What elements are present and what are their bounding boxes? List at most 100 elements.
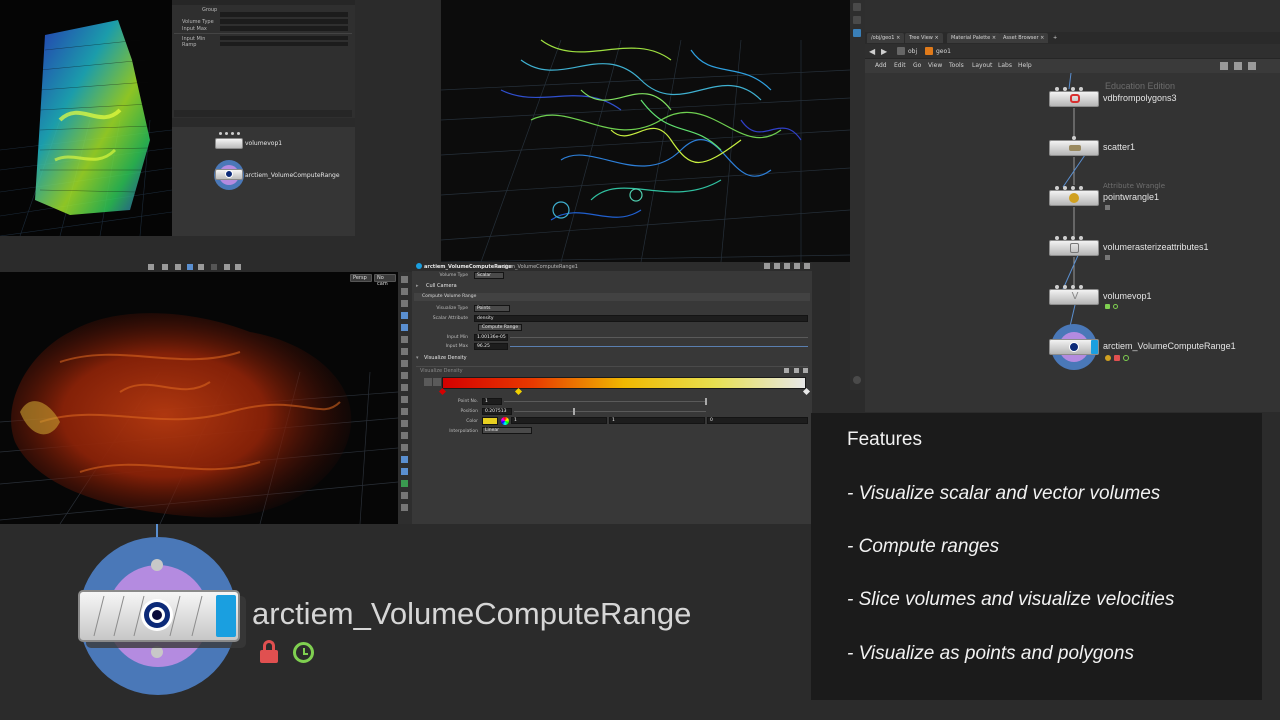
tl-field[interactable]: [220, 12, 348, 17]
list-icon[interactable]: [1234, 62, 1242, 70]
param-node-name[interactable]: arctiem_VolumeComputeRange1: [496, 264, 578, 270]
viewport-streamlines[interactable]: [441, 0, 850, 262]
color-b-field[interactable]: 0: [707, 417, 808, 424]
wire-icon[interactable]: [211, 264, 217, 270]
tab-tree-view[interactable]: Tree View ×: [905, 33, 943, 43]
menu-view[interactable]: View: [928, 59, 942, 73]
path-obj[interactable]: obj: [908, 48, 917, 55]
lock-icon[interactable]: [1105, 255, 1110, 260]
viewport-density[interactable]: Persp No cam: [0, 272, 398, 524]
tool-icon[interactable]: [401, 408, 408, 415]
tab-obj-geo1[interactable]: /obj/geo1 ×: [867, 33, 905, 43]
wrench-icon[interactable]: [1220, 62, 1228, 70]
position-field[interactable]: 0.207513: [482, 408, 512, 415]
scalar-attribute-input[interactable]: density: [474, 315, 808, 322]
expand-arrow-icon[interactable]: ▾: [416, 355, 419, 361]
light-icon[interactable]: [235, 264, 241, 270]
color-g-field[interactable]: 1: [609, 417, 705, 424]
tool-icon[interactable]: [401, 288, 408, 295]
menu-go[interactable]: Go: [913, 59, 921, 73]
collapse-arrow-icon[interactable]: ▸: [416, 283, 419, 289]
ramp-key-white[interactable]: [802, 387, 811, 396]
ramp-add-icon[interactable]: [784, 368, 789, 373]
color-ramp[interactable]: [442, 377, 806, 389]
tool-icon[interactable]: [401, 444, 408, 451]
tool-icon[interactable]: [401, 456, 408, 463]
menu-tools[interactable]: Tools: [949, 59, 964, 73]
camera-toggle-icon[interactable]: [224, 264, 230, 270]
grid-view-icon[interactable]: [187, 264, 193, 270]
section-compute-range[interactable]: Compute Volume Range: [414, 293, 810, 301]
color-swatch[interactable]: [482, 417, 498, 425]
search-icon[interactable]: [784, 263, 790, 269]
cull-camera-label[interactable]: Cull Camera: [426, 283, 457, 289]
ramp-key-yellow[interactable]: [514, 387, 523, 396]
tool-icon[interactable]: [401, 396, 408, 403]
input-max-slider[interactable]: [510, 346, 808, 347]
menu-edit[interactable]: Edit: [894, 59, 906, 73]
tool-icon[interactable]: [401, 468, 408, 475]
menu-help[interactable]: Help: [1018, 59, 1032, 73]
menu-layout[interactable]: Layout: [972, 59, 992, 73]
lock-icon[interactable]: [258, 640, 280, 664]
menu-icon[interactable]: [804, 263, 810, 269]
tool-icon[interactable]: [401, 432, 408, 439]
network-editor[interactable]: /obj/geo1 × Tree View × Material Palette…: [865, 0, 1280, 412]
point-no-field[interactable]: 1: [482, 398, 502, 405]
tab-asset-browser[interactable]: Asset Browser ×: [999, 33, 1049, 43]
big-node-body[interactable]: [78, 590, 240, 642]
clock-icon[interactable]: [1113, 304, 1118, 309]
clock-icon[interactable]: [1123, 355, 1129, 361]
section-visualize-density[interactable]: Visualize Density: [424, 355, 467, 361]
ramp-key-red[interactable]: [438, 387, 447, 396]
tl-field[interactable]: [220, 19, 348, 24]
menu-labs[interactable]: Labs: [998, 59, 1012, 73]
lock-icon[interactable]: [1114, 355, 1120, 361]
forward-arrow-icon[interactable]: ▶: [881, 47, 887, 56]
menu-add[interactable]: Add: [875, 59, 887, 73]
volume-type-select[interactable]: Scalar: [474, 272, 504, 279]
color-r-field[interactable]: 1: [511, 417, 607, 424]
tool-icon[interactable]: [401, 480, 408, 487]
tool-icon[interactable]: [401, 336, 408, 343]
grid-icon[interactable]: [1248, 62, 1256, 70]
tool-icon[interactable]: [401, 492, 408, 499]
tool-icon[interactable]: [401, 360, 408, 367]
ramp-mode-icon[interactable]: [424, 378, 432, 386]
flatten-icon[interactable]: [162, 264, 168, 270]
download-icon[interactable]: [148, 264, 154, 270]
mini-node-volumevop[interactable]: [215, 138, 243, 149]
help-icon[interactable]: [774, 263, 780, 269]
tl-field[interactable]: [220, 26, 348, 31]
tool-icon[interactable]: [401, 384, 408, 391]
camera-icon[interactable]: [853, 3, 861, 11]
compute-range-button[interactable]: Compute Range: [478, 324, 522, 331]
gear-icon[interactable]: [764, 263, 770, 269]
clock-icon[interactable]: [293, 642, 314, 663]
ramp-add-point-icon[interactable]: [433, 378, 441, 386]
input-min-field[interactable]: 1.00136e-05: [474, 334, 508, 341]
rotate-icon[interactable]: [175, 264, 181, 270]
flag-icon[interactable]: [1105, 304, 1110, 309]
interpolation-select[interactable]: Linear: [482, 427, 532, 434]
ramp-move-icon[interactable]: [794, 368, 799, 373]
color-wheel-icon[interactable]: [501, 417, 509, 425]
input-max-field[interactable]: 96.25: [474, 343, 508, 350]
visualize-type-select[interactable]: Points: [474, 305, 510, 312]
info-icon[interactable]: [853, 376, 861, 384]
camera-sync-icon[interactable]: [794, 263, 800, 269]
lock-icon[interactable]: [1105, 205, 1110, 210]
warning-icon[interactable]: [1105, 355, 1111, 361]
persp-menu[interactable]: Persp: [350, 274, 372, 282]
tl-field[interactable]: [220, 36, 348, 40]
tool-icon[interactable]: [401, 300, 408, 307]
big-node-input-port[interactable]: [151, 559, 163, 571]
tool-icon[interactable]: [401, 348, 408, 355]
snap-icon[interactable]: [853, 29, 861, 37]
viewport-vector-field[interactable]: [0, 0, 172, 236]
back-arrow-icon[interactable]: ◀: [869, 47, 875, 56]
add-tab-button[interactable]: +: [1049, 33, 1061, 43]
display-icon[interactable]: [853, 16, 861, 24]
camera-menu[interactable]: No cam: [374, 274, 396, 287]
tool-icon[interactable]: [401, 420, 408, 427]
